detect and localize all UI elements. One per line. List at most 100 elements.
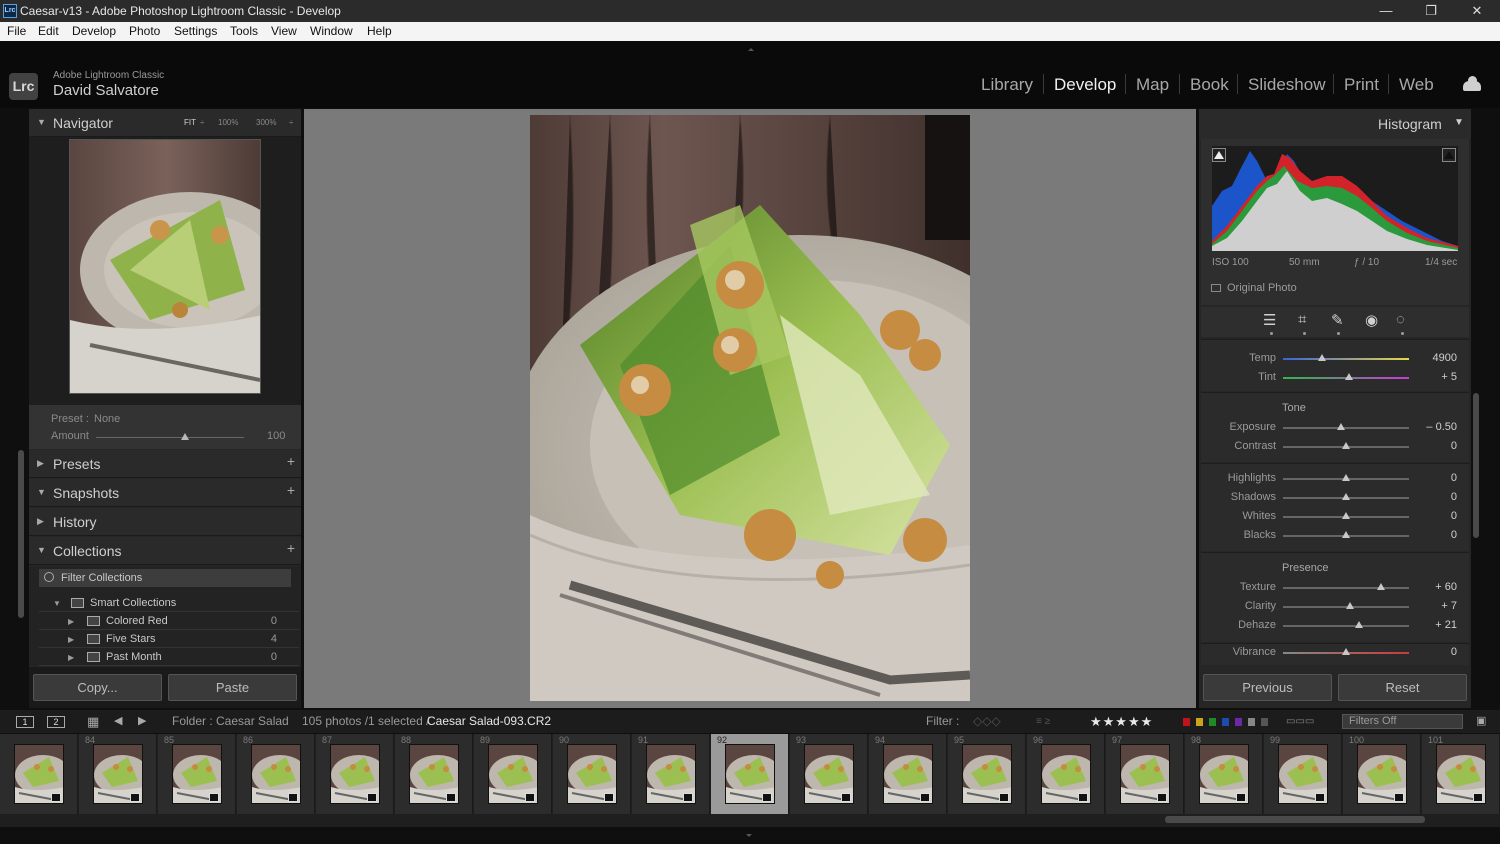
vibrance-value[interactable]: 0 [1412,646,1457,658]
temp-knob[interactable] [1318,354,1327,361]
collection-row[interactable]: ▶ Colored Red 0 [39,613,299,630]
dehaze-knob[interactable] [1354,621,1363,628]
close-button[interactable]: ✕ [1457,0,1497,22]
filmstrip-thumbnail[interactable]: 93 [790,734,868,814]
dehaze-value[interactable]: + 21 [1412,619,1457,631]
whites-knob[interactable] [1342,512,1350,519]
contrast-value[interactable]: 0 [1412,440,1457,452]
collapse-triangle-icon[interactable]: ▼ [37,487,46,497]
left-panel-scrollbar[interactable] [18,450,24,618]
menu-tools[interactable]: Tools [230,22,258,41]
right-panel-scrollbar[interactable] [1473,393,1479,538]
filmstrip-thumbnail[interactable]: 94 [869,734,947,814]
color-label-custom[interactable] [1248,718,1255,726]
filmstrip-thumbnail[interactable]: 99 [1264,734,1342,814]
kind-filter-icon[interactable]: ▭▭▭ [1286,710,1314,733]
screen-1-button[interactable]: 1 [16,716,34,728]
forward-arrow-icon[interactable]: ▶ [138,710,146,733]
restore-button[interactable]: ❐ [1411,0,1451,22]
contrast-knob[interactable] [1342,442,1350,449]
menu-view[interactable]: View [271,22,297,41]
color-label-blue[interactable] [1222,718,1229,726]
filmstrip-thumbnail[interactable]: 92 [711,734,789,814]
cloud-icon[interactable] [1463,76,1481,91]
filmstrip-thumbnail[interactable]: 84 [79,734,157,814]
filter-collections-input[interactable]: Filter Collections [39,569,291,587]
module-library[interactable]: Library [981,75,1033,95]
exposure-slider[interactable] [1283,427,1409,429]
shadows-knob[interactable] [1342,493,1350,500]
filmstrip-thumbnail[interactable]: 96 [1027,734,1105,814]
exposure-value[interactable]: – 0.50 [1412,421,1457,433]
grid-icon[interactable]: ▦ [87,710,99,733]
menu-file[interactable]: File [7,22,26,41]
module-book[interactable]: Book [1190,75,1229,95]
module-print[interactable]: Print [1344,75,1379,95]
main-photo[interactable] [530,115,970,701]
add-snapshot-icon[interactable]: + [287,482,295,498]
collection-row[interactable]: ▶ Five Stars 4 [39,631,299,648]
menu-edit[interactable]: Edit [38,22,59,41]
checkbox-icon[interactable] [1211,284,1221,293]
tint-value[interactable]: + 5 [1412,371,1457,383]
presets-header[interactable]: ▶ Presets + [29,450,301,478]
edit-sliders-icon[interactable]: ☰ [1263,311,1276,329]
reset-button[interactable]: Reset [1338,674,1467,701]
color-label-yellow[interactable] [1196,718,1203,726]
preset-value[interactable]: None [94,413,120,425]
zoom-fit[interactable]: FIT [184,118,196,127]
highlights-knob[interactable] [1342,474,1350,481]
folder-source[interactable]: Folder : Caesar Salad [172,710,289,733]
shadows-value[interactable]: 0 [1412,491,1457,503]
filmstrip-thumbnail[interactable]: 87 [316,734,394,814]
previous-button[interactable]: Previous [1203,674,1332,701]
zoom-300[interactable]: 300% [256,118,276,127]
module-develop[interactable]: Develop [1054,75,1116,95]
navigator-header[interactable]: ▼ Navigator FIT ÷ 100% 300% ÷ [29,109,301,137]
filmstrip-thumbnail[interactable]: 86 [237,734,315,814]
filmstrip-thumbnail[interactable] [0,734,78,814]
screen-2-button[interactable]: 2 [47,716,65,728]
collapse-triangle-icon[interactable]: ▼ [53,595,61,612]
collections-header[interactable]: ▼ Collections + [29,537,301,565]
texture-slider[interactable] [1283,587,1409,589]
paste-button[interactable]: Paste [168,674,297,701]
collapse-top-icon[interactable] [748,48,754,51]
crop-icon[interactable]: ⌗ [1298,311,1306,328]
minimize-button[interactable]: — [1366,0,1406,22]
module-map[interactable]: Map [1136,75,1169,95]
smart-collections-row[interactable]: ▼ Smart Collections [39,595,299,612]
history-header[interactable]: ▶ History [29,508,301,536]
highlights-value[interactable]: 0 [1412,472,1457,484]
texture-value[interactable]: + 60 [1412,581,1457,593]
filmstrip-thumbnail[interactable]: 95 [948,734,1026,814]
blacks-knob[interactable] [1342,531,1350,538]
tint-knob[interactable] [1344,373,1353,380]
dehaze-slider[interactable] [1283,625,1409,627]
zoom-100[interactable]: 100% [218,118,238,127]
healing-icon[interactable]: ✎ [1331,311,1344,329]
filmstrip-thumbnail[interactable]: 97 [1106,734,1184,814]
texture-knob[interactable] [1377,583,1386,590]
whites-value[interactable]: 0 [1412,510,1457,522]
color-label-red[interactable] [1183,718,1190,726]
collapse-triangle-icon[interactable]: ▼ [37,545,46,555]
clarity-knob[interactable] [1345,602,1354,609]
copy-button[interactable]: Copy... [33,674,162,701]
snapshots-header[interactable]: ▼ Snapshots + [29,479,301,507]
filmstrip-thumbnail[interactable]: 88 [395,734,473,814]
amount-slider[interactable] [96,437,244,438]
filmstrip-thumbnail[interactable]: 89 [474,734,552,814]
redeye-icon[interactable]: ◉ [1365,311,1378,329]
amount-knob[interactable] [180,433,189,440]
blacks-value[interactable]: 0 [1412,529,1457,541]
image-canvas[interactable] [304,109,1196,708]
filmstrip-thumbnail[interactable]: 98 [1185,734,1263,814]
menu-photo[interactable]: Photo [129,22,160,41]
highlight-clipping-button[interactable] [1442,148,1456,162]
flag-filter-icon[interactable]: ◇◇◇ [973,710,1001,733]
exposure-knob[interactable] [1336,423,1345,430]
clarity-value[interactable]: + 7 [1412,600,1457,612]
filmstrip-thumbnail[interactable]: 91 [632,734,710,814]
color-label-green[interactable] [1209,718,1216,726]
